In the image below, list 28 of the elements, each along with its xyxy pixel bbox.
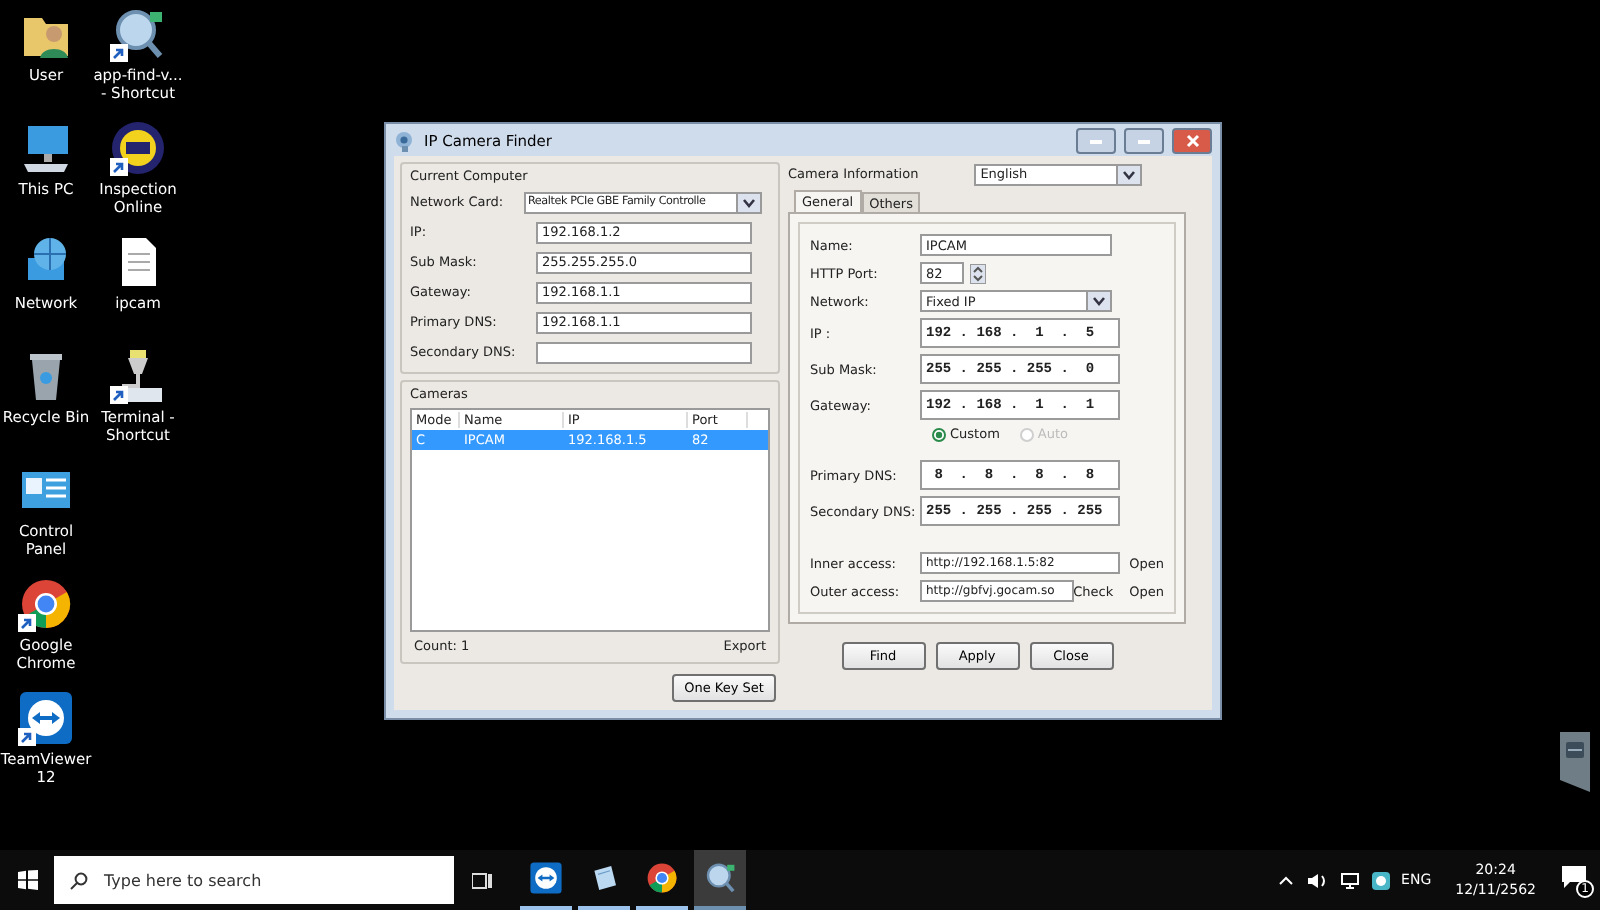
dropdown-caret-icon <box>736 193 760 211</box>
monitor-icon[interactable] <box>1339 871 1360 889</box>
speaker-icon[interactable] <box>1305 871 1328 889</box>
side-panel-tab-icon[interactable] <box>1560 732 1590 792</box>
search-icon <box>70 871 88 889</box>
start-button[interactable] <box>17 870 37 890</box>
magnifier-icon <box>703 861 737 895</box>
input-field[interactable] <box>536 341 752 363</box>
task-view-icon[interactable] <box>472 871 494 889</box>
minimize-icon <box>1090 137 1102 143</box>
search-field[interactable]: Type here to search <box>54 856 454 904</box>
radio-button[interactable] <box>932 427 946 442</box>
maximize-button[interactable] <box>1124 127 1164 153</box>
chevron-up-icon[interactable] <box>1277 874 1294 886</box>
minimize-button[interactable] <box>1076 127 1116 153</box>
close-icon <box>1185 133 1199 147</box>
dropdown-caret-icon <box>1116 165 1141 183</box>
close-button[interactable] <box>1172 127 1212 153</box>
tricolor-circle-icon <box>645 861 679 895</box>
maximize-icon <box>1138 137 1150 143</box>
magnifier-icon <box>110 6 166 62</box>
taskbar-app[interactable] <box>694 850 746 910</box>
spinner-icon[interactable] <box>970 263 986 283</box>
dropdown-caret-icon <box>1086 292 1110 310</box>
computer-icon <box>18 120 74 176</box>
tricolor-circle-icon <box>18 576 74 632</box>
camera-app-icon <box>394 129 416 151</box>
notification-icon[interactable] <box>1560 864 1588 888</box>
